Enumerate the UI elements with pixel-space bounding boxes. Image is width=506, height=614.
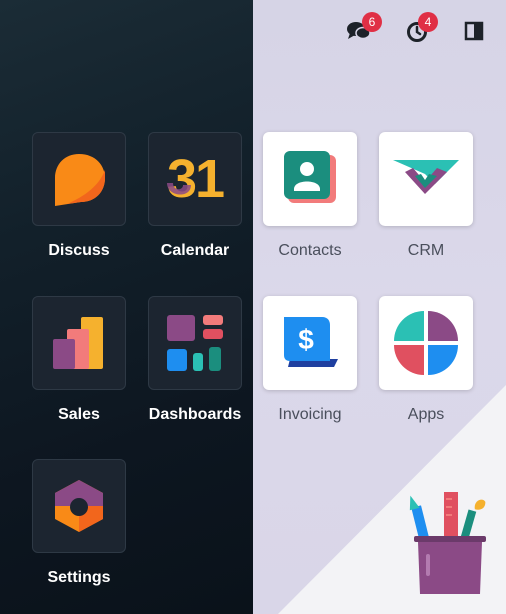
app-label: Discuss bbox=[48, 242, 110, 259]
calendar-day-number: 31 bbox=[167, 149, 224, 209]
app-tile bbox=[379, 296, 473, 390]
calendar-icon: 31 bbox=[167, 149, 226, 209]
dollar-sign: $ bbox=[298, 324, 314, 355]
app-tile bbox=[148, 296, 242, 390]
app-tile bbox=[32, 459, 126, 553]
app-discuss[interactable]: Discuss bbox=[21, 132, 137, 260]
app-label: Settings bbox=[47, 569, 111, 586]
activities-button[interactable]: 4 bbox=[402, 12, 438, 46]
invoicing-icon: $ bbox=[284, 317, 338, 367]
contacts-icon bbox=[284, 151, 336, 203]
dashboards-icon bbox=[167, 315, 223, 371]
app-tile bbox=[379, 132, 473, 226]
sidebar-toggle-button[interactable] bbox=[459, 16, 489, 46]
app-label: Calendar bbox=[160, 242, 230, 259]
messages-button[interactable]: 6 bbox=[344, 12, 382, 46]
app-calendar[interactable]: 31 Calendar bbox=[137, 132, 253, 260]
app-label: Contacts bbox=[278, 242, 342, 259]
app-label: Dashboards bbox=[148, 406, 242, 423]
app-label: Apps bbox=[407, 406, 445, 423]
pencil-cup-illustration bbox=[409, 492, 486, 594]
activities-badge: 4 bbox=[418, 12, 438, 32]
app-tile: 31 bbox=[148, 132, 242, 226]
app-settings[interactable]: Settings bbox=[21, 459, 137, 587]
messages-badge: 6 bbox=[362, 12, 382, 32]
app-apps[interactable]: Apps bbox=[368, 296, 484, 424]
app-sales[interactable]: Sales bbox=[21, 296, 137, 424]
app-tile bbox=[32, 296, 126, 390]
settings-icon bbox=[55, 480, 103, 532]
sidebar-toggle-icon bbox=[464, 21, 484, 41]
sales-icon bbox=[53, 317, 103, 369]
app-invoicing[interactable]: $ Invoicing bbox=[252, 296, 368, 424]
app-label: Sales bbox=[58, 406, 100, 423]
app-tile bbox=[32, 132, 126, 226]
app-contacts[interactable]: Contacts bbox=[252, 132, 368, 260]
app-label: Invoicing bbox=[278, 406, 342, 423]
app-dashboards[interactable]: Dashboards bbox=[137, 296, 253, 424]
app-tile: $ bbox=[263, 296, 357, 390]
app-crm[interactable]: CRM bbox=[368, 132, 484, 260]
discuss-icon bbox=[55, 154, 105, 206]
app-tile bbox=[263, 132, 357, 226]
crm-icon bbox=[393, 160, 459, 194]
app-label: CRM bbox=[407, 242, 445, 259]
apps-icon bbox=[394, 311, 458, 375]
